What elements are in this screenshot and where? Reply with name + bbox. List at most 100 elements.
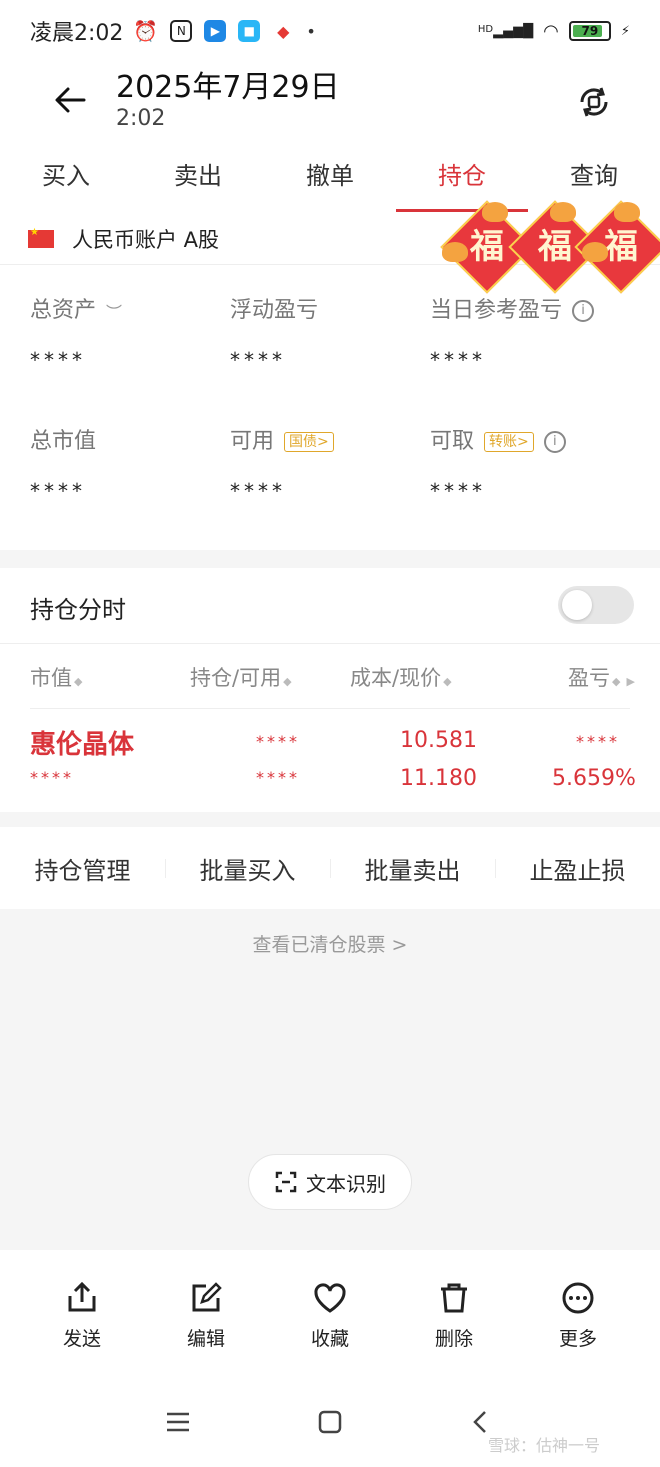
metric-daily-pnl: 当日参考盈亏 i **** bbox=[430, 292, 595, 372]
network-label: HD bbox=[477, 23, 494, 35]
rotate-icon bbox=[580, 87, 608, 117]
sort-icon: ◆ bbox=[612, 675, 621, 688]
header-time: 2:02 bbox=[116, 106, 166, 131]
tab-sell[interactable]: 卖出 bbox=[132, 144, 264, 214]
status-icons: ⏰ N ▶ ■ ◆ • bbox=[133, 19, 315, 43]
nfc-icon: N bbox=[170, 20, 193, 42]
chevron-left-icon bbox=[473, 1411, 486, 1433]
fu-decoration: 福 福 福 bbox=[440, 200, 660, 294]
more-icon bbox=[562, 1282, 594, 1313]
position-management-button[interactable]: 持仓管理 bbox=[0, 851, 165, 886]
metric-label: 可用 bbox=[230, 429, 275, 454]
available: **** bbox=[256, 768, 300, 787]
metric-label: 总资产 bbox=[30, 298, 97, 323]
metric-label: 可取 bbox=[430, 429, 475, 454]
battery-icon: 79 bbox=[568, 21, 611, 41]
account-label: 人民币账户 A股 bbox=[72, 228, 220, 252]
battery-level: 79 bbox=[581, 24, 599, 38]
favorite-button[interactable]: 收藏 bbox=[268, 1250, 392, 1380]
send-button[interactable]: 发送 bbox=[20, 1250, 144, 1380]
alarm-icon: ⏰ bbox=[133, 19, 159, 43]
watermark: 雪球：估神一号 bbox=[488, 1436, 601, 1455]
charging-icon: ⚡ bbox=[620, 23, 630, 39]
pnl: **** bbox=[576, 732, 620, 751]
positions-intraday-title: 持仓分时 bbox=[30, 596, 126, 624]
signal-icon: HD▂▄▆█ bbox=[477, 23, 534, 39]
page: 凌晨2:02 ⏰ N ▶ ■ ◆ • HD▂▄▆█ ◠ 79 ⚡ 2025年7月… bbox=[0, 0, 660, 1467]
transfer-tag[interactable]: 转账> bbox=[484, 432, 534, 452]
info-icon[interactable]: i bbox=[572, 300, 595, 322]
rotate-button[interactable] bbox=[574, 82, 614, 122]
stock-name: 惠伦晶体 bbox=[30, 730, 135, 760]
status-bar: 凌晨2:02 ⏰ N ▶ ■ ◆ • HD▂▄▆█ ◠ 79 ⚡ bbox=[0, 0, 660, 62]
position-actions: 持仓管理 批量买入 批量卖出 止盈止损 bbox=[0, 827, 660, 909]
column-header-cost-price[interactable]: 成本/现价 ◆ bbox=[350, 662, 452, 692]
text-recognition-label: 文本识别 bbox=[306, 1171, 386, 1196]
more-label: 更多 bbox=[558, 1327, 597, 1350]
info-icon[interactable]: i bbox=[543, 431, 566, 453]
scan-icon bbox=[275, 1171, 297, 1193]
tiger-icon bbox=[550, 202, 576, 222]
stop-profit-loss-button[interactable]: 止盈止损 bbox=[495, 851, 660, 886]
delete-label: 删除 bbox=[434, 1327, 473, 1350]
home-square-icon bbox=[318, 1410, 342, 1434]
back-arrow-icon bbox=[55, 87, 86, 113]
sort-icon: ◆ bbox=[74, 675, 83, 688]
pnl-percent: 5.659% bbox=[552, 766, 636, 791]
tab-buy[interactable]: 买入 bbox=[0, 144, 132, 214]
more-dot-icon: • bbox=[306, 21, 316, 41]
metric-market-value: 总市值 **** bbox=[30, 423, 96, 503]
tiger-icon bbox=[482, 202, 508, 222]
china-flag-icon bbox=[28, 227, 54, 248]
column-header-pnl[interactable]: 盈亏 ◆ ▶ bbox=[568, 662, 635, 692]
holding: **** bbox=[256, 732, 300, 751]
column-header-market-value[interactable]: 市值 ◆ bbox=[30, 662, 82, 692]
batch-sell-button[interactable]: 批量卖出 bbox=[330, 851, 495, 886]
metric-value: **** bbox=[230, 479, 286, 503]
metric-value: **** bbox=[430, 479, 486, 503]
eye-closed-icon[interactable]: ︶ bbox=[106, 299, 122, 323]
account-selector[interactable]: 人民币账户 A股 bbox=[28, 224, 219, 254]
back-button[interactable] bbox=[50, 80, 90, 120]
sort-icon: ◆ bbox=[443, 675, 452, 688]
tiger-icon bbox=[582, 242, 608, 262]
menu-icon bbox=[167, 1412, 189, 1432]
batch-buy-button[interactable]: 批量买入 bbox=[165, 851, 330, 886]
metric-label: 浮动盈亏 bbox=[230, 298, 319, 323]
home-button[interactable] bbox=[310, 1402, 350, 1442]
treasury-bond-tag[interactable]: 国债> bbox=[284, 432, 334, 452]
bottom-toolbar: 发送 编辑 收藏 删除 更多 bbox=[0, 1250, 660, 1380]
column-header-holding[interactable]: 持仓/可用 ◆ bbox=[190, 662, 292, 692]
metric-total-assets: 总资产 ︶ **** bbox=[30, 292, 122, 372]
edit-label: 编辑 bbox=[186, 1327, 225, 1350]
market-value: **** bbox=[30, 768, 74, 787]
metric-label: 总市值 bbox=[30, 429, 97, 454]
edit-button[interactable]: 编辑 bbox=[144, 1250, 268, 1380]
current-price: 11.180 bbox=[400, 766, 477, 791]
metric-floating-pnl: 浮动盈亏 **** bbox=[230, 292, 318, 372]
metric-value: **** bbox=[230, 348, 286, 372]
view-cleared-stocks-link[interactable]: 查看已清仓股票 > bbox=[0, 930, 660, 957]
delete-button[interactable]: 删除 bbox=[392, 1250, 516, 1380]
tiger-icon bbox=[442, 242, 468, 262]
positions-intraday-toggle[interactable] bbox=[558, 586, 634, 624]
menu-button[interactable] bbox=[158, 1402, 198, 1442]
status-right: HD▂▄▆█ ◠ 79 ⚡ bbox=[478, 21, 630, 42]
tab-cancel[interactable]: 撤单 bbox=[264, 144, 396, 214]
sort-icon: ◆ bbox=[283, 675, 292, 688]
app-icon-cyan: ■ bbox=[238, 20, 261, 42]
header-date: 2025年7月29日 bbox=[116, 70, 340, 105]
metric-label: 当日参考盈亏 bbox=[430, 298, 563, 323]
share-icon bbox=[68, 1281, 96, 1311]
metric-value: **** bbox=[30, 479, 86, 503]
header: 2025年7月29日 2:02 bbox=[0, 62, 660, 144]
more-button[interactable]: 更多 bbox=[516, 1250, 640, 1380]
scroll-right-icon: ▶ bbox=[626, 675, 635, 688]
send-label: 发送 bbox=[62, 1327, 101, 1350]
app-icon-blue: ▶ bbox=[204, 20, 227, 42]
favorite-label: 收藏 bbox=[310, 1327, 349, 1350]
trash-icon bbox=[441, 1283, 467, 1312]
text-recognition-button[interactable]: 文本识别 bbox=[248, 1154, 412, 1210]
metric-value: **** bbox=[430, 348, 486, 372]
metric-available: 可用 国债> **** bbox=[230, 423, 334, 503]
